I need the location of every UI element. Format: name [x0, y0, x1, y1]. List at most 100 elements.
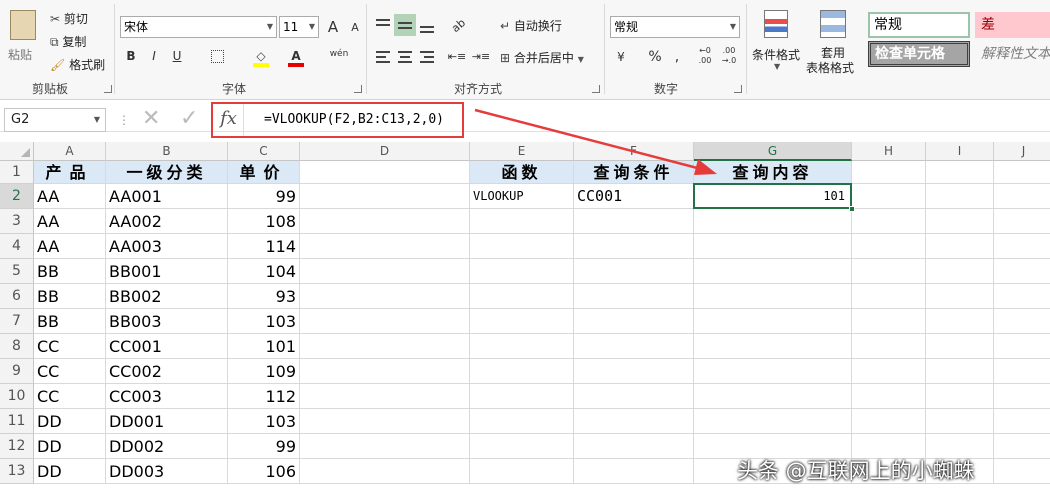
row-header-3[interactable]: 3 [0, 209, 34, 234]
cell-d11[interactable] [300, 409, 470, 434]
cell-f1[interactable]: 查询条件 [574, 161, 694, 184]
currency-button[interactable]: ¥ [610, 46, 632, 68]
cell-j12[interactable] [994, 434, 1050, 459]
cell-d12[interactable] [300, 434, 470, 459]
cell-i3[interactable] [926, 209, 994, 234]
cell-e7[interactable] [470, 309, 574, 334]
cell-f7[interactable] [574, 309, 694, 334]
row-header-2[interactable]: 2 [0, 184, 34, 209]
cell-j1[interactable] [994, 161, 1050, 184]
cell-j2[interactable] [994, 184, 1050, 209]
cell-h10[interactable] [852, 384, 926, 409]
cell-f8[interactable] [574, 334, 694, 359]
cell-j13[interactable] [994, 459, 1050, 484]
cell-c1[interactable]: 单价 [228, 161, 300, 184]
cell-h5[interactable] [852, 259, 926, 284]
format-painter-button[interactable]: 🖌 格式刷 [50, 56, 105, 73]
cell-a9[interactable]: CC [34, 359, 106, 384]
cell-a11[interactable]: DD [34, 409, 106, 434]
cell-c13[interactable]: 106 [228, 459, 300, 484]
row-header-13[interactable]: 13 [0, 459, 34, 484]
align-right-button[interactable] [416, 45, 438, 67]
cell-g10[interactable] [694, 384, 852, 409]
cell-j6[interactable] [994, 284, 1050, 309]
conditional-format-button[interactable]: 条件格式 ▼ [750, 6, 804, 76]
cell-b1[interactable]: 一级分类 [106, 161, 228, 184]
column-header-g[interactable]: G [694, 142, 852, 161]
format-as-table-button[interactable]: 套用 表格格式 [806, 6, 862, 76]
clipboard-launcher-icon[interactable] [104, 85, 112, 93]
grow-font-button[interactable]: A [322, 16, 344, 38]
font-size-select[interactable]: 11 ▼ [279, 16, 319, 38]
cut-button[interactable]: ✂ 剪切 [50, 10, 88, 27]
row-header-11[interactable]: 11 [0, 409, 34, 434]
column-header-i[interactable]: I [926, 142, 994, 161]
column-header-c[interactable]: C [228, 142, 300, 161]
cell-c5[interactable]: 104 [228, 259, 300, 284]
cell-h3[interactable] [852, 209, 926, 234]
select-all-corner[interactable] [0, 142, 34, 161]
cell-f11[interactable] [574, 409, 694, 434]
row-header-4[interactable]: 4 [0, 234, 34, 259]
cell-d7[interactable] [300, 309, 470, 334]
cell-b9[interactable]: CC002 [106, 359, 228, 384]
cell-c3[interactable]: 108 [228, 209, 300, 234]
cell-a1[interactable]: 产品 [34, 161, 106, 184]
style-explanatory[interactable]: 解释性文本 [975, 41, 1050, 67]
cell-b7[interactable]: BB003 [106, 309, 228, 334]
cell-a3[interactable]: AA [34, 209, 106, 234]
cell-g11[interactable] [694, 409, 852, 434]
cell-f6[interactable] [574, 284, 694, 309]
cell-j8[interactable] [994, 334, 1050, 359]
cell-h6[interactable] [852, 284, 926, 309]
increase-decimal-button[interactable]: ←0.00 [694, 46, 716, 68]
cell-b3[interactable]: AA002 [106, 209, 228, 234]
cell-e13[interactable] [470, 459, 574, 484]
decrease-indent-button[interactable]: ⇤≡ [446, 45, 468, 67]
increase-indent-button[interactable]: ⇥≡ [470, 45, 492, 67]
cell-g9[interactable] [694, 359, 852, 384]
cell-e6[interactable] [470, 284, 574, 309]
cell-b4[interactable]: AA003 [106, 234, 228, 259]
cell-e8[interactable] [470, 334, 574, 359]
cell-j7[interactable] [994, 309, 1050, 334]
cell-j5[interactable] [994, 259, 1050, 284]
cell-b11[interactable]: DD001 [106, 409, 228, 434]
underline-button[interactable]: U [166, 45, 188, 67]
cell-j10[interactable] [994, 384, 1050, 409]
cell-g4[interactable] [694, 234, 852, 259]
paste-button[interactable]: 粘贴 [4, 6, 42, 70]
style-check-cell[interactable]: 检查单元格 [868, 41, 970, 67]
cell-f9[interactable] [574, 359, 694, 384]
cell-i6[interactable] [926, 284, 994, 309]
row-header-8[interactable]: 8 [0, 334, 34, 359]
cell-a12[interactable]: DD [34, 434, 106, 459]
percent-button[interactable]: % [644, 46, 666, 68]
column-header-a[interactable]: A [34, 142, 106, 161]
cell-a6[interactable]: BB [34, 284, 106, 309]
number-launcher-icon[interactable] [734, 85, 742, 93]
align-center-button[interactable] [394, 45, 416, 67]
cell-e9[interactable] [470, 359, 574, 384]
cell-b8[interactable]: CC001 [106, 334, 228, 359]
cell-a4[interactable]: AA [34, 234, 106, 259]
cell-i5[interactable] [926, 259, 994, 284]
cell-c8[interactable]: 101 [228, 334, 300, 359]
cell-h8[interactable] [852, 334, 926, 359]
row-header-5[interactable]: 5 [0, 259, 34, 284]
cell-b6[interactable]: BB002 [106, 284, 228, 309]
cell-h11[interactable] [852, 409, 926, 434]
font-launcher-icon[interactable] [354, 85, 362, 93]
border-button[interactable] [206, 45, 228, 67]
fill-color-button[interactable]: ◇ [250, 45, 272, 67]
column-header-j[interactable]: J [994, 142, 1050, 161]
cell-a7[interactable]: BB [34, 309, 106, 334]
column-header-e[interactable]: E [470, 142, 574, 161]
cell-d4[interactable] [300, 234, 470, 259]
cell-b13[interactable]: DD003 [106, 459, 228, 484]
cell-d2[interactable] [300, 184, 470, 209]
cell-h4[interactable] [852, 234, 926, 259]
cell-f10[interactable] [574, 384, 694, 409]
cell-b10[interactable]: CC003 [106, 384, 228, 409]
cell-g1[interactable]: 查询内容 [694, 161, 852, 184]
